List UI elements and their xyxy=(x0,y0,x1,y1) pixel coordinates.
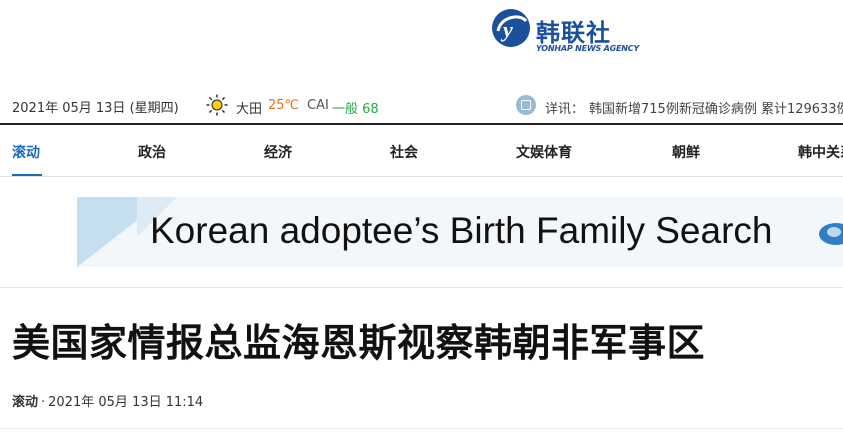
logo-en-text: YONHAP NEWS AGENCY xyxy=(536,44,640,53)
banner-logo-icon xyxy=(819,223,843,245)
section-divider xyxy=(0,287,843,288)
logo-cn-text: 韩联社 xyxy=(536,19,611,47)
weather-temperature: 25℃ xyxy=(268,98,300,113)
nav-item-scroll[interactable]: 滚动 xyxy=(12,142,40,162)
ad-banner[interactable]: Korean adoptee’s Birth Family Search xyxy=(77,197,843,267)
article-datetime: 2021年 05月 13日 11:14 xyxy=(48,395,204,410)
ticker-label: 详讯： xyxy=(545,102,585,117)
nav-item-politics[interactable]: 政治 xyxy=(138,142,166,162)
nav-item-culture-sports[interactable]: 文娱体育 xyxy=(516,142,572,162)
news-ticker-link[interactable]: 韩国新增715例新冠确诊病例 累计129633例 xyxy=(589,98,843,117)
weather-city: 大田 xyxy=(236,102,263,117)
sun-icon xyxy=(206,94,228,116)
meta-separator: · xyxy=(41,395,46,410)
cai-label: CAI xyxy=(307,98,329,113)
nav-divider xyxy=(0,176,843,177)
nav-item-society[interactable]: 社会 xyxy=(390,142,418,162)
article-meta: 滚动 · 2021年 05月 13日 11:14 xyxy=(12,391,203,410)
info-bar: 2021年 05月 13日 (星期四) 大田 25℃ CAI 一般 68 详讯：… xyxy=(0,93,843,121)
cai-value: 一般 68 xyxy=(332,102,379,117)
nav-item-economy[interactable]: 经济 xyxy=(264,142,292,162)
article-headline: 美国家情报总监海恩斯视察韩朝非军事区 xyxy=(12,321,706,365)
news-flash-icon xyxy=(516,95,536,115)
article-divider xyxy=(0,428,843,429)
nav-item-korea-china[interactable]: 韩中关系 xyxy=(798,142,843,162)
article-category-link[interactable]: 滚动 xyxy=(12,395,38,410)
current-date: 2021年 05月 13日 (星期四) xyxy=(12,101,179,116)
yonhap-logo-icon: y xyxy=(492,9,530,47)
main-nav: 滚动 政治 经济 社会 文娱体育 朝鲜 韩中关系 xyxy=(0,125,843,177)
nav-item-north-korea[interactable]: 朝鲜 xyxy=(672,142,700,162)
banner-text: Korean adoptee’s Birth Family Search xyxy=(150,210,773,251)
